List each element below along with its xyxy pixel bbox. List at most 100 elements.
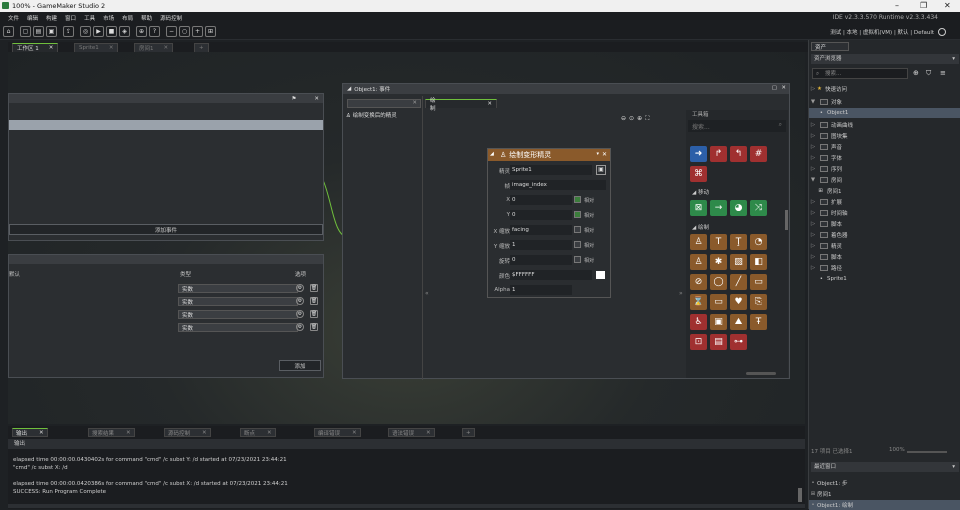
zoom-in-icon[interactable]: + — [192, 25, 203, 37]
draw-lives-icon[interactable]: ⊶ — [730, 334, 747, 350]
expand-icon[interactable]: ▷ — [809, 122, 817, 128]
tab-sprite1[interactable]: Sprite1 ✕ — [74, 43, 119, 52]
home-icon[interactable]: ⌂ — [3, 25, 14, 37]
target-selector[interactable]: 测试 | 本地 | 虚拟机(VM) | 默认 | Default — [830, 28, 946, 36]
grid-icon[interactable]: # — [750, 146, 767, 162]
type-dropdown[interactable]: 实数 — [178, 310, 298, 319]
jump-to-point-icon[interactable]: ➜ — [690, 146, 707, 162]
collapse-left-icon[interactable]: « — [425, 290, 429, 297]
expand-icon[interactable]: ▷ — [809, 265, 817, 271]
draw-sprite-icon[interactable]: ♙ — [690, 234, 707, 250]
y-relative-checkbox[interactable] — [574, 211, 581, 218]
type-dropdown[interactable]: 实数 — [178, 284, 298, 293]
toolbox-scale-slider[interactable] — [746, 372, 776, 375]
draw-particles-icon[interactable]: ✱ — [710, 254, 727, 270]
variable-row[interactable]: 实数 ⚙ 🗑 — [9, 310, 325, 321]
menu-build[interactable]: 构建 — [46, 14, 57, 22]
close-tab-icon[interactable]: ✕ — [49, 45, 54, 51]
expand-icon[interactable]: ▷ — [809, 86, 817, 92]
snap-icon[interactable]: ⊠ — [690, 200, 707, 216]
tab-workspace-1[interactable]: 工作区 1 ✕ — [12, 43, 59, 52]
close-tab-icon[interactable]: ✕ — [487, 101, 492, 107]
draw-rectangle-icon[interactable]: ▭ — [710, 294, 727, 310]
toolbox-scrollbar[interactable] — [785, 210, 788, 230]
menu-edit[interactable]: 编辑 — [27, 14, 38, 22]
tree-item[interactable]: ▷ 声音 — [809, 142, 960, 152]
alpha-input[interactable]: 1 — [510, 285, 572, 295]
variable-row[interactable]: 实数 ⚙ 🗑 — [9, 323, 325, 334]
output-horizontal-scrollbar[interactable] — [8, 504, 805, 508]
tab-room1[interactable]: 房间1 ✕ — [134, 43, 174, 52]
fit-view-icon[interactable]: ⊞ — [205, 25, 216, 37]
tree-item[interactable]: ▼ 对象 — [809, 97, 960, 107]
draw-health-icon[interactable]: ♥ — [730, 294, 747, 310]
draw-background-icon[interactable]: ◧ — [750, 254, 767, 270]
draw-ellipse-icon[interactable]: ◯ — [710, 274, 727, 290]
draw-pie-icon[interactable]: ◔ — [750, 234, 767, 250]
zoom-in-icon[interactable]: ⊕ — [637, 115, 642, 124]
x-relative-checkbox[interactable] — [574, 196, 581, 203]
delete-icon[interactable]: 🗑 — [310, 323, 318, 331]
tree-item[interactable]: ▷ 时间轴 — [809, 208, 960, 218]
sprite-picker-icon[interactable]: ▣ — [596, 165, 606, 175]
expand-icon[interactable]: ▷ — [809, 144, 817, 150]
menu-layout[interactable]: 布局 — [122, 14, 133, 22]
tree-item[interactable]: ▼ 房间 — [809, 175, 960, 185]
workspace-canvas[interactable]: ⚑ ✕ 添加事件 默认 类型 选项 实数 ⚙ 🗑 实数 ⚙ 🗑 实数 ⚙ 🗑 实… — [8, 52, 805, 424]
tab-syntax-errors[interactable]: 语法错误 ✕ — [388, 428, 435, 437]
yscale-input[interactable]: 1 — [510, 240, 572, 250]
package-icon[interactable]: ⇪ — [63, 25, 74, 37]
collapse-action-icon[interactable]: ◢ — [490, 151, 494, 157]
split-divider[interactable] — [422, 96, 423, 380]
menu-file[interactable]: 文件 — [8, 14, 19, 22]
tab-draw[interactable]: 绘制 ✕ — [425, 98, 497, 112]
output-scrollbar[interactable] — [798, 488, 802, 502]
stop-icon[interactable]: ■ — [106, 25, 117, 37]
minimize-icon[interactable]: – — [895, 1, 899, 10]
draw-score-icon[interactable]: ⊡ — [690, 334, 707, 350]
draw-line-icon[interactable]: ╱ — [730, 274, 747, 290]
variable-row[interactable]: 实数 ⚙ 🗑 — [9, 297, 325, 308]
recent-item[interactable]: • Object1: 步 — [809, 478, 960, 488]
tree-item[interactable]: • Sprite1 — [809, 274, 960, 284]
expand-icon[interactable]: ▷ — [809, 210, 817, 216]
open-project-icon[interactable]: ▤ — [33, 25, 44, 37]
expand-icon[interactable]: ▷ — [809, 166, 817, 172]
tab-output[interactable]: 输出 ✕ — [12, 428, 48, 437]
draw-font-icon[interactable]: Ŧ — [750, 314, 767, 330]
add-asset-icon[interactable]: ⊕ — [913, 69, 919, 77]
expand-icon[interactable]: ▷ — [809, 243, 817, 249]
menu-help[interactable]: 帮助 — [141, 14, 152, 22]
collapse-icon[interactable]: ◢ — [347, 86, 351, 92]
move-to-icon[interactable]: → — [710, 200, 727, 216]
draw-hourglass-icon[interactable]: ⌛ — [690, 294, 707, 310]
draw-healthbar-icon[interactable]: ▭ — [750, 274, 767, 290]
tab-search-results[interactable]: 搜索结果 ✕ — [88, 428, 135, 437]
menu-source-control[interactable]: 源码控制 — [160, 14, 182, 22]
colour-input[interactable]: $FFFFFF — [510, 270, 592, 280]
tree-item[interactable]: ▷ 着色器 — [809, 230, 960, 240]
draw-arrow-icon[interactable]: ♿ — [690, 314, 707, 330]
asset-search-input[interactable]: ⌕ 搜索... — [812, 68, 908, 79]
type-dropdown[interactable]: 实数 — [178, 323, 298, 332]
zoom-reset-icon[interactable]: ○ — [179, 25, 190, 37]
expand-icon[interactable]: ▷ — [809, 133, 817, 139]
collapse-icon[interactable]: ▼ — [809, 177, 817, 183]
dropdown-icon[interactable]: ▾ — [952, 54, 955, 64]
new-project-icon[interactable]: ▢ — [20, 25, 31, 37]
menu-tools[interactable]: 工具 — [84, 14, 95, 22]
sprite-input[interactable]: Sprite1 — [510, 165, 592, 175]
yscale-relative-checkbox[interactable] — [574, 241, 581, 248]
tree-item[interactable]: ▷ 字体 — [809, 153, 960, 163]
close-tab-icon[interactable]: ✕ — [164, 45, 169, 51]
tab-assets[interactable]: 资产 — [811, 42, 849, 51]
expand-icon[interactable]: ▷ — [809, 199, 817, 205]
clean-icon[interactable]: ◈ — [119, 25, 130, 37]
zoom-out-icon[interactable]: − — [166, 25, 177, 37]
asset-zoom-slider[interactable] — [907, 451, 947, 453]
dropdown-icon[interactable]: ▾ — [952, 462, 955, 472]
event-list-tab[interactable]: ✕ — [347, 99, 421, 108]
draw-text-transformed-icon[interactable]: Ţ — [730, 234, 747, 250]
tab-compile-errors[interactable]: 编译错误 ✕ — [314, 428, 361, 437]
xscale-input[interactable]: facing — [510, 225, 572, 235]
